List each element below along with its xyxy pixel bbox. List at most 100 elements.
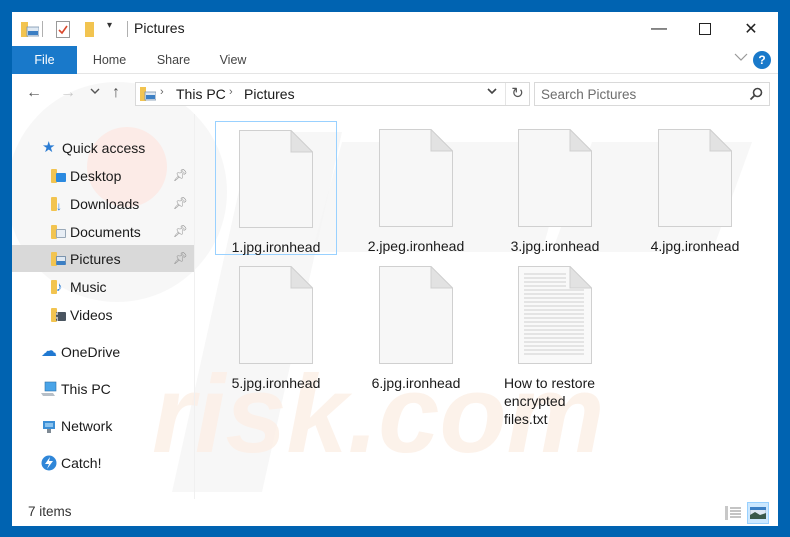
pin-icon[interactable]: 📌︎: [173, 224, 188, 238]
up-button[interactable]: ↑: [112, 84, 120, 102]
minimize-icon: —: [651, 20, 667, 37]
sidebar-item-label: Desktop: [70, 167, 122, 184]
close-icon: ✕: [744, 21, 758, 38]
large-icons-view-button[interactable]: [747, 502, 769, 524]
close-button[interactable]: ✕: [728, 12, 774, 46]
sidebar-item-onedrive[interactable]: ☁ OneDrive: [12, 338, 194, 365]
file-name-line: files.txt: [504, 411, 548, 427]
sidebar-item-downloads[interactable]: ↓ Downloads 📌︎: [12, 190, 194, 217]
file-list: 1.jpg.ironhead 2.jpeg.ironhead 3.jpg.iro…: [202, 114, 778, 499]
sidebar-item-label: Pictures: [70, 250, 121, 267]
file-name: 5.jpg.ironhead: [231, 375, 321, 391]
item-count: 7 items: [28, 504, 72, 519]
sidebar-item-this-pc[interactable]: This PC: [12, 375, 194, 402]
file-name: 2.jpeg.ironhead: [367, 238, 465, 254]
refresh-button[interactable]: ↻: [505, 83, 529, 105]
tab-home[interactable]: Home: [82, 46, 137, 74]
title-bar: ▾ Pictures — ✕: [12, 12, 778, 46]
new-folder-icon[interactable]: [84, 21, 96, 37]
blank-file-icon: [379, 265, 454, 364]
maximize-button[interactable]: [682, 12, 728, 46]
file-item[interactable]: 4.jpg.ironhead: [634, 121, 756, 255]
tab-share[interactable]: Share: [146, 46, 201, 74]
navigation-pane: ★ Quick access Desktop 📌︎ ↓ Downloads 📌︎…: [12, 114, 194, 499]
customize-quick-access-dropdown[interactable]: ▾: [107, 20, 112, 31]
text-file-icon: [518, 265, 593, 364]
sidebar-item-documents[interactable]: Documents 📌︎: [12, 218, 194, 245]
sidebar-item-label: Catch!: [61, 454, 102, 471]
chevron-down-icon: [90, 88, 100, 94]
breadcrumb-separator[interactable]: ›: [229, 86, 233, 98]
blank-file-icon: [379, 128, 454, 227]
file-name: 4.jpg.ironhead: [650, 238, 740, 254]
back-button[interactable]: ←: [26, 84, 42, 102]
sidebar-item-label: Music: [70, 278, 107, 295]
sidebar-item-label: Downloads: [70, 195, 140, 212]
music-folder-icon: ♪: [50, 279, 66, 295]
sidebar-item-desktop[interactable]: Desktop 📌︎: [12, 162, 194, 189]
search-icon[interactable]: [749, 87, 763, 101]
expand-ribbon-button[interactable]: [734, 51, 748, 65]
sidebar-item-catch[interactable]: Catch!: [12, 449, 194, 476]
navigation-bar: ← → ↑ › This PC › Pictures ↻: [12, 74, 778, 114]
details-view-button[interactable]: [722, 502, 744, 524]
sidebar-item-label: This PC: [61, 380, 111, 397]
pane-divider[interactable]: [194, 114, 195, 499]
sidebar-item-music[interactable]: ♪ Music: [12, 273, 194, 300]
breadcrumb-pictures[interactable]: Pictures: [244, 86, 295, 102]
file-item[interactable]: 2.jpeg.ironhead: [355, 121, 477, 255]
file-item[interactable]: 3.jpg.ironhead: [494, 121, 616, 255]
sidebar-item-quick-access[interactable]: ★ Quick access: [12, 134, 194, 161]
desktop-folder-icon: [50, 168, 66, 184]
sidebar-item-pictures[interactable]: Pictures 📌︎: [12, 245, 194, 272]
sidebar-item-label: OneDrive: [61, 343, 121, 360]
blank-file-icon: [518, 128, 593, 227]
file-item[interactable]: How to restore encrypted files.txt: [494, 258, 616, 428]
pin-icon[interactable]: 📌︎: [173, 196, 188, 210]
help-button[interactable]: ?: [753, 51, 771, 69]
file-item[interactable]: 1.jpg.ironhead: [215, 121, 337, 255]
computer-icon: [41, 381, 57, 396]
pin-icon[interactable]: 📌︎: [173, 251, 188, 265]
address-bar[interactable]: › This PC › Pictures ↻: [135, 82, 530, 106]
sidebar-item-label: Documents: [70, 223, 141, 240]
star-icon: ★: [42, 138, 56, 156]
details-view-icon: [725, 506, 741, 520]
title-separator: [42, 21, 43, 37]
file-name: How to restore encrypted files.txt: [494, 374, 616, 428]
downloads-folder-icon: ↓: [50, 196, 66, 213]
breadcrumb-separator[interactable]: ›: [160, 86, 164, 98]
sidebar-item-network[interactable]: Network: [12, 412, 194, 439]
tab-view[interactable]: View: [208, 46, 258, 74]
search-box[interactable]: [534, 82, 770, 106]
pictures-folder-icon: [21, 22, 39, 37]
properties-icon[interactable]: [56, 21, 70, 38]
file-explorer-window: risk.com ▾ Pictures — ✕ File Home Share …: [12, 12, 778, 526]
onedrive-cloud-icon: ☁: [41, 342, 57, 360]
search-input[interactable]: [541, 85, 741, 103]
file-item[interactable]: 6.jpg.ironhead: [355, 258, 477, 392]
pictures-folder-icon: [50, 251, 66, 267]
breadcrumb-this-pc[interactable]: This PC: [176, 86, 226, 102]
minimize-button[interactable]: —: [636, 12, 682, 46]
sidebar-item-videos[interactable]: Videos: [12, 301, 194, 328]
blank-file-icon: [239, 265, 314, 364]
documents-folder-icon: [50, 224, 66, 240]
large-icons-view-icon: [750, 507, 766, 519]
file-item[interactable]: 5.jpg.ironhead: [215, 258, 337, 392]
pin-icon[interactable]: 📌︎: [173, 168, 188, 182]
address-dropdown-button[interactable]: [486, 86, 498, 99]
status-bar: 7 items: [12, 499, 778, 526]
pictures-folder-icon: [140, 87, 156, 101]
forward-button[interactable]: →: [60, 84, 76, 102]
videos-folder-icon: [50, 307, 66, 323]
file-name-line: How to restore: [504, 375, 596, 391]
sidebar-item-label: Quick access: [62, 139, 146, 156]
chevron-down-icon: [487, 88, 497, 95]
network-icon: [43, 420, 55, 433]
chevron-down-icon: [734, 53, 748, 61]
ribbon-tabs: File Home Share View ?: [12, 46, 778, 74]
blank-file-icon: [239, 129, 314, 228]
recent-locations-button[interactable]: [90, 86, 100, 98]
tab-file[interactable]: File: [12, 46, 77, 74]
